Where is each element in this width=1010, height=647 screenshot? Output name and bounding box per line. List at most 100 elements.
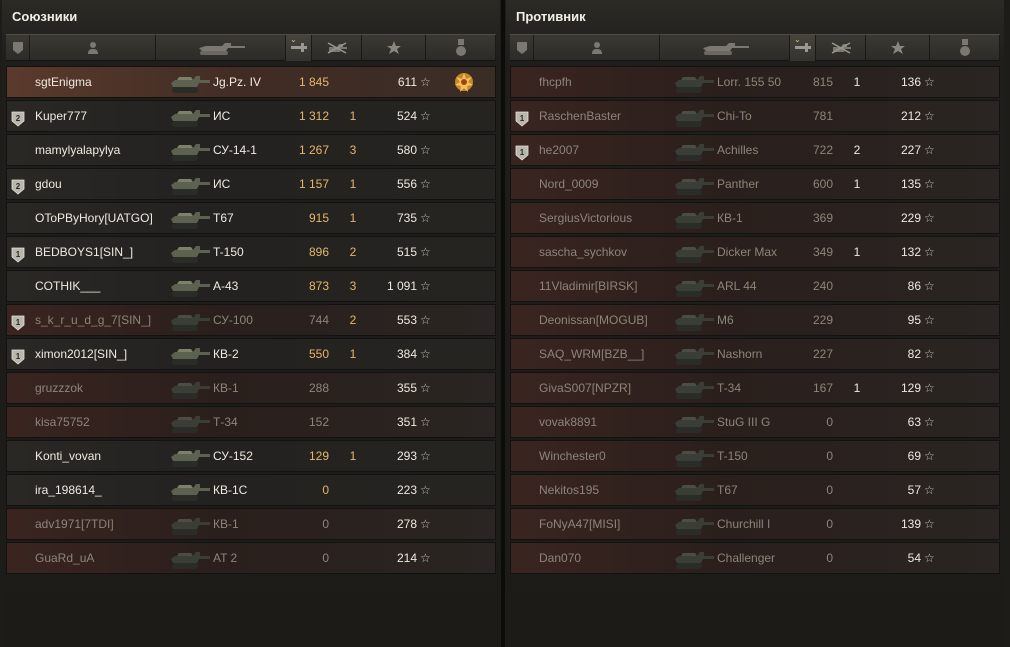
player-row[interactable]: Winchester0 T-150 0 69 ☆ (510, 440, 1000, 472)
player-name[interactable]: COTHIK___ (35, 271, 100, 301)
player-name[interactable]: Nord_0009 (539, 169, 598, 199)
tank-name: КВ-2 (213, 347, 239, 361)
player-row[interactable]: OToPByHory[UATGO] T67 915 1 735 ☆ (6, 202, 496, 234)
player-name[interactable]: Nekitos195 (539, 475, 599, 505)
player-row[interactable]: COTHIK___ A-43 873 3 1 091 ☆ (6, 270, 496, 302)
player-row[interactable]: gruzzzok КВ-1 288 355 ☆ (6, 372, 496, 404)
header-xp-star-icon[interactable] (362, 35, 426, 61)
player-name[interactable]: Deonissan[MOGUB] (539, 305, 648, 335)
player-name[interactable]: sgtEnigma (35, 67, 92, 97)
header-player-icon[interactable] (534, 35, 660, 61)
player-name[interactable]: GivaS007[NPZR] (539, 373, 631, 403)
player-name[interactable]: adv1971[7TDI] (35, 509, 114, 539)
player-name[interactable]: sascha_sychkov (539, 237, 627, 267)
player-name[interactable]: Konti_vovan (35, 441, 101, 471)
player-name[interactable]: s_k_r_u_d_g_7[SIN_] (35, 305, 151, 335)
header-medal-icon[interactable] (930, 35, 1000, 61)
player-row[interactable]: 1 s_k_r_u_d_g_7[SIN_] СУ-100 744 2 553 ☆ (6, 304, 496, 336)
player-row[interactable]: GuaRd_uA AT 2 0 214 ☆ (6, 542, 496, 574)
player-row[interactable]: Nekitos195 T67 0 57 ☆ (510, 474, 1000, 506)
player-name[interactable]: OToPByHory[UATGO] (35, 203, 153, 233)
player-name[interactable]: ira_198614_ (35, 475, 102, 505)
player-name[interactable]: GuaRd_uA (35, 543, 94, 573)
player-row[interactable]: ira_198614_ КВ-1С 0 223 ☆ (6, 474, 496, 506)
tank-name: КВ-1 (213, 517, 239, 531)
player-row[interactable]: fhcpfh Lorr. 155 50 815 1 136 ☆ (510, 66, 1000, 98)
damage-value: 167 (812, 381, 833, 395)
header-kills-icon[interactable] (312, 35, 362, 61)
header-tank-icon[interactable] (660, 35, 790, 61)
tank-name: КВ-1 (717, 211, 743, 225)
player-name[interactable]: vovak8891 (539, 407, 597, 437)
player-row[interactable]: Dan070 Challenger 0 54 ☆ (510, 542, 1000, 574)
damage-value: 550 (308, 347, 329, 361)
player-name[interactable]: ximon2012[SIN_] (35, 339, 127, 369)
header-tank-icon[interactable] (156, 35, 286, 61)
star-icon: ☆ (420, 245, 431, 259)
medal-icon[interactable] (453, 71, 475, 93)
kills-value (847, 203, 867, 233)
player-name[interactable]: Kuper777 (35, 101, 87, 131)
player-row[interactable]: Deonissan[MOGUB] M6 229 95 ☆ (510, 304, 1000, 336)
player-row[interactable]: 1 ximon2012[SIN_] КВ-2 550 1 384 ☆ (6, 338, 496, 370)
player-row[interactable]: sascha_sychkov Dicker Max 349 1 132 ☆ (510, 236, 1000, 268)
player-name[interactable]: gruzzzok (35, 373, 83, 403)
player-row[interactable]: 11Vladimir[BIRSK] ARL 44 240 86 ☆ (510, 270, 1000, 302)
header-damage-icon[interactable]: ⌄ (790, 35, 816, 61)
damage-value: 0 (322, 551, 329, 565)
player-row[interactable]: 1 he2007 Achilles 722 2 227 ☆ (510, 134, 1000, 166)
header-badge-icon[interactable] (6, 35, 30, 61)
tank-icon (673, 204, 715, 232)
star-icon: ☆ (924, 75, 935, 89)
tank-icon (169, 510, 211, 538)
player-name[interactable]: FoNyA47[MISI] (539, 509, 620, 539)
player-name[interactable]: RaschenBaster (539, 101, 621, 131)
player-name[interactable]: 11Vladimir[BIRSK] (539, 271, 637, 301)
player-row[interactable]: Konti_vovan СУ-152 129 1 293 ☆ (6, 440, 496, 472)
player-row[interactable]: GivaS007[NPZR] T-34 167 1 129 ☆ (510, 372, 1000, 404)
player-row[interactable]: FoNyA47[MISI] Churchill I 0 139 ☆ (510, 508, 1000, 540)
allies-list: sgtEnigma Jg.Pz. IV 1 845 611 ☆ 2 Kuper777 ИС 1 … (6, 66, 496, 576)
player-name[interactable]: fhcpfh (539, 67, 572, 97)
star-icon: ☆ (924, 381, 935, 395)
header-damage-icon[interactable]: ⌄ (286, 35, 312, 61)
header-kills-icon[interactable] (816, 35, 866, 61)
player-name[interactable]: SergiusVictorious (539, 203, 632, 233)
tank-icon (169, 68, 211, 96)
player-name[interactable]: BEDBOYS1[SIN_] (35, 237, 133, 267)
player-name[interactable]: he2007 (539, 135, 579, 165)
experience-value: 278 (396, 517, 417, 531)
experience-value: 223 (396, 483, 417, 497)
player-name[interactable]: kisa75752 (35, 407, 90, 437)
player-name[interactable]: Dan070 (539, 543, 581, 573)
player-row[interactable]: vovak8891 StuG III G 0 63 ☆ (510, 406, 1000, 438)
header-medal-icon[interactable] (426, 35, 496, 61)
header-xp-star-icon[interactable] (866, 35, 930, 61)
player-row[interactable]: 2 Kuper777 ИС 1 312 1 524 ☆ (6, 100, 496, 132)
player-row[interactable]: 1 RaschenBaster Chi-To 781 212 ☆ (510, 100, 1000, 132)
damage-value: 1 267 (298, 143, 329, 157)
header-badge-icon[interactable] (510, 35, 534, 61)
player-row[interactable]: 2 gdou ИС 1 157 1 556 ☆ (6, 168, 496, 200)
header-player-icon[interactable] (30, 35, 156, 61)
tank-name: T67 (213, 211, 234, 225)
tank-icon (169, 476, 211, 504)
player-row[interactable]: sgtEnigma Jg.Pz. IV 1 845 611 ☆ (6, 66, 496, 98)
player-row[interactable]: mamylyalapylya СУ-14-1 1 267 3 580 ☆ (6, 134, 496, 166)
player-name[interactable]: Winchester0 (539, 441, 606, 471)
player-row[interactable]: 1 BEDBOYS1[SIN_] T-150 896 2 515 ☆ (6, 236, 496, 268)
player-row[interactable]: SergiusVictorious КВ-1 369 229 ☆ (510, 202, 1000, 234)
player-row[interactable]: SAQ_WRM[BZB__] Nashorn 227 82 ☆ (510, 338, 1000, 370)
tank-icon (673, 544, 715, 572)
player-name[interactable]: mamylyalapylya (35, 135, 120, 165)
star-icon: ☆ (420, 347, 431, 361)
player-row[interactable]: adv1971[7TDI] КВ-1 0 278 ☆ (6, 508, 496, 540)
player-name[interactable]: SAQ_WRM[BZB__] (539, 339, 644, 369)
player-row[interactable]: Nord_0009 Panther 600 1 135 ☆ (510, 168, 1000, 200)
player-name[interactable]: gdou (35, 169, 62, 199)
kills-value (343, 543, 363, 573)
damage-value: 0 (826, 449, 833, 463)
player-row[interactable]: kisa75752 Т-34 152 351 ☆ (6, 406, 496, 438)
tank-icon (169, 442, 211, 470)
tank-icon (169, 306, 211, 334)
